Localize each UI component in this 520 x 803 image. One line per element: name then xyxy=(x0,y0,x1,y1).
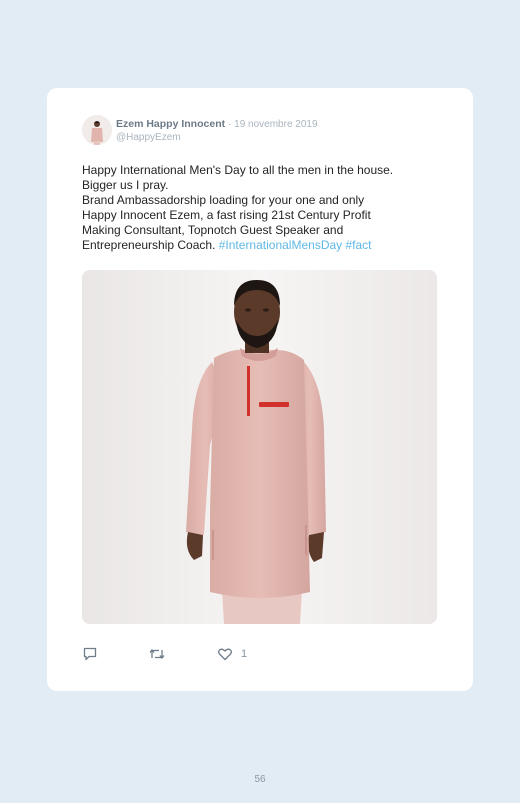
tweet-text-line: Happy International Men's Day to all the… xyxy=(82,163,394,177)
avatar[interactable] xyxy=(82,115,112,145)
post-date[interactable]: 19 novembre 2019 xyxy=(234,119,317,130)
reply-button[interactable] xyxy=(82,644,98,664)
avatar-image xyxy=(82,115,112,145)
comment-icon xyxy=(83,647,97,661)
tweet-actions: 1 xyxy=(82,644,382,664)
hashtag-link[interactable]: #fact xyxy=(342,238,371,252)
tweet-photo[interactable] xyxy=(82,270,437,624)
tweet-text-line: Bigger us I pray. xyxy=(82,178,169,192)
hashtag-link[interactable]: #InternationalMensDay xyxy=(219,238,342,252)
like-count: 1 xyxy=(241,648,248,660)
page-number: 56 xyxy=(254,774,266,785)
author-handle[interactable]: @HappyEzem xyxy=(116,131,181,144)
retweet-icon xyxy=(149,648,165,660)
author-name[interactable]: Ezem Happy Innocent xyxy=(116,118,225,130)
tweet-text-fragment: Entrepreneurship Coach. xyxy=(82,238,219,252)
tweet-text-line: Making Consultant, Topnotch Guest Speake… xyxy=(82,223,344,237)
tweet-text: Happy International Men's Day to all the… xyxy=(82,163,442,253)
tweet-text-line-last: Entrepreneurship Coach. #InternationalMe… xyxy=(82,238,442,253)
tweet-text-line: Brand Ambassadorship loading for your on… xyxy=(82,193,365,207)
like-button[interactable]: 1 xyxy=(217,644,247,664)
tweet-text-line: Happy Innocent Ezem, a fast rising 21st … xyxy=(82,208,371,222)
heart-icon xyxy=(218,648,232,661)
tweet-header: Ezem Happy Innocent · 19 novembre 2019 xyxy=(116,118,318,131)
retweet-button[interactable] xyxy=(148,644,166,664)
man-in-tunic-photo xyxy=(82,270,437,624)
tweet-card: Ezem Happy Innocent · 19 novembre 2019 @… xyxy=(47,88,473,691)
